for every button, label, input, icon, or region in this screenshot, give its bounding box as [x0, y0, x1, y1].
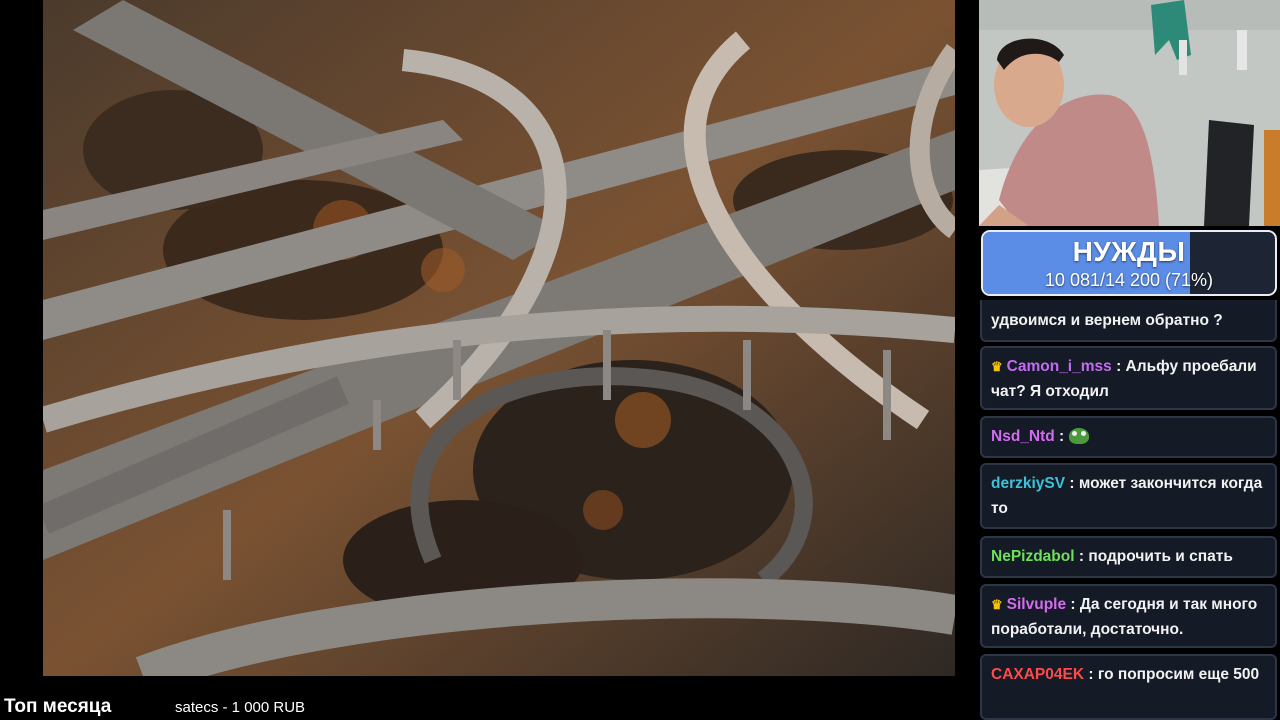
chat-message-text: подрочить и спать [1088, 548, 1233, 565]
chat-panel: удвоимся и вернем обратно ? ♛ Camon_i_mss… [980, 300, 1278, 720]
donation-goal-widget: НУЖДЫ 10 081/14 200 (71%) [981, 230, 1277, 296]
stream-main-image [43, 0, 955, 676]
chat-username[interactable]: NePizdabol [991, 548, 1075, 565]
chat-message: ♛ Silvuple : Да сегодня и так много пораб… [980, 584, 1277, 648]
pepe-emote-icon [1068, 428, 1089, 444]
goal-progress-text: 10 081/14 200 (71%) [1044, 270, 1214, 290]
chat-message-text: го попросим еще 500 [1097, 666, 1260, 683]
chat-username[interactable]: Silvuple [1007, 596, 1066, 613]
chat-username[interactable]: Nsd_Ntd [991, 428, 1055, 445]
chat-message: Nsd_Ntd : [980, 416, 1277, 458]
webcam-feed [979, 0, 1280, 226]
top-month-label: Топ месяца [4, 696, 112, 717]
chat-message-text: удвоимся и вернем обратно ? [991, 312, 1223, 329]
chat-message: NePizdabol : подрочить и спать [980, 536, 1277, 578]
chat-username[interactable]: CAXAP04EK [991, 666, 1084, 683]
highway-interchange-image [43, 0, 955, 676]
chat-message: удвоимся и вернем обратно ? [980, 300, 1277, 342]
chat-message: CAXAP04EK : го попросим еще 500 [980, 654, 1277, 720]
top-donator-entry: satecs - 1 000 RUB [175, 699, 306, 716]
chat-username[interactable]: derzkiySV [991, 475, 1065, 492]
chat-message: derzkiySV : может закончится когда то [980, 463, 1277, 529]
crown-icon: ♛ [991, 597, 1003, 612]
chat-username[interactable]: Camon_i_mss [1007, 358, 1112, 375]
crown-icon: ♛ [991, 359, 1003, 374]
webcam-person-image [979, 0, 1280, 226]
chat-message: ♛ Camon_i_mss : Альфу проебали чат? Я отх… [980, 346, 1277, 410]
goal-title: НУЖДЫ [1072, 236, 1186, 267]
